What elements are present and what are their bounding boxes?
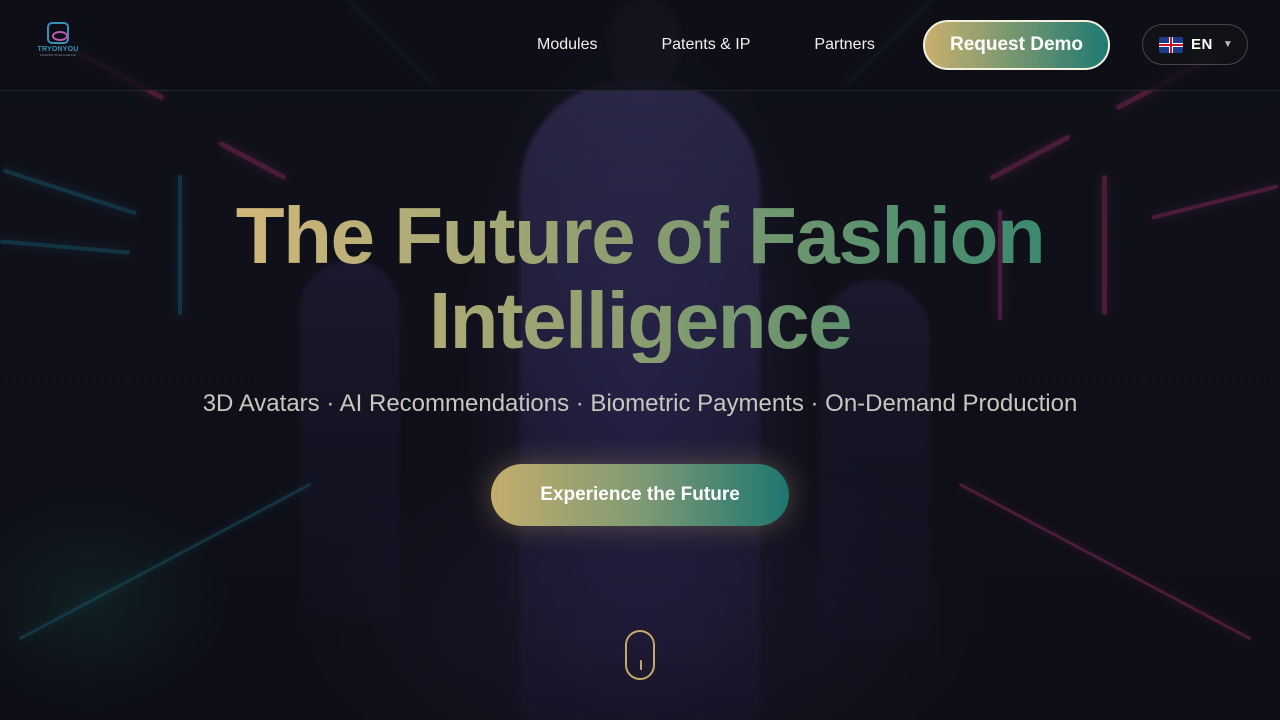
hero-subtitle: 3D Avatars · AI Recommendations · Biomet… [202, 390, 1078, 417]
uk-flag-icon [1159, 36, 1183, 53]
request-demo-button[interactable]: Request Demo [923, 20, 1110, 70]
nav-link-partners[interactable]: Partners [782, 36, 906, 54]
hanger-logo-icon [47, 22, 69, 44]
top-navbar: TRYONYOU FASHION INTELLIGENCE Modules Pa… [0, 0, 1280, 91]
logo-wordmark: TRYONYOU [37, 46, 79, 53]
scroll-down-indicator[interactable] [625, 630, 655, 680]
hero-title-line2: Intelligence [428, 276, 852, 365]
main-nav: Modules Patents & IP Partners [505, 0, 907, 90]
language-code: EN [1191, 36, 1213, 53]
nav-link-modules[interactable]: Modules [505, 36, 629, 54]
nav-link-patents[interactable]: Patents & IP [629, 36, 782, 54]
logo-tagline: FASHION INTELLIGENCE [40, 53, 76, 57]
hero-title: The Future of Fashion Intelligence [0, 193, 1280, 363]
mouse-scroll-icon [640, 660, 642, 670]
hero-title-line1: The Future of Fashion [235, 191, 1045, 280]
brand-logo[interactable]: TRYONYOU FASHION INTELLIGENCE [36, 22, 80, 60]
chevron-down-icon: ▼ [1222, 39, 1233, 50]
experience-future-button[interactable]: Experience the Future [491, 464, 789, 526]
language-selector[interactable]: EN ▼ [1142, 24, 1248, 65]
